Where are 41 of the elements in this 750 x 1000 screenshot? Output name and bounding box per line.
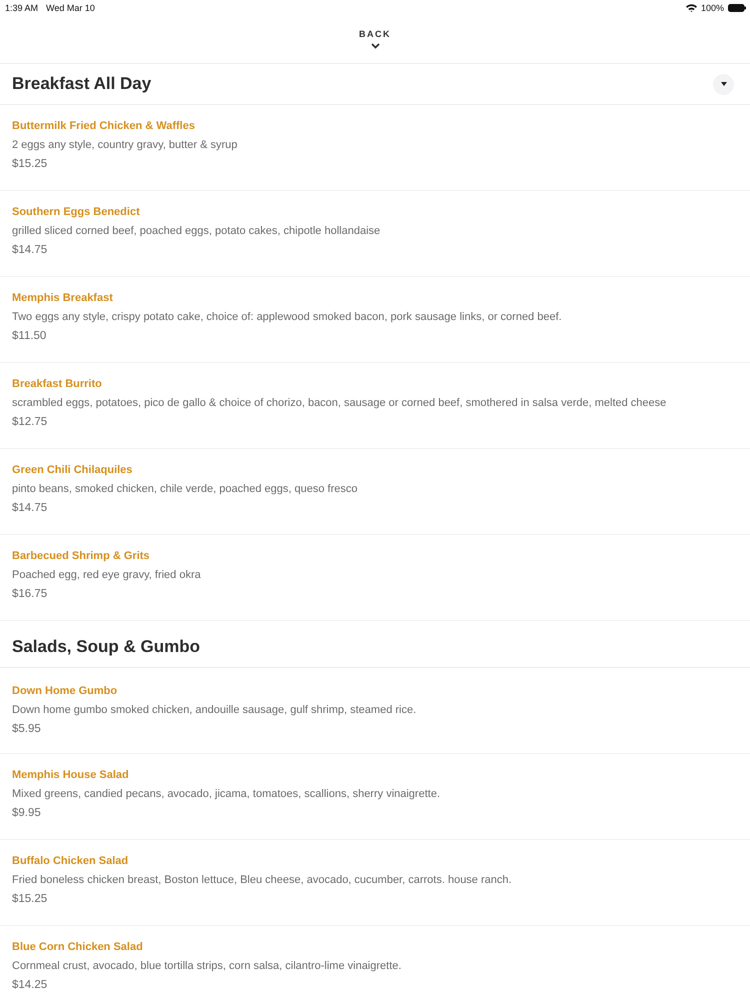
- section-title: Salads, Soup & Gumbo: [12, 636, 200, 658]
- back-button[interactable]: BACK: [353, 29, 397, 49]
- dish-description: Fried boneless chicken breast, Boston lettuce, Bleu cheese, avocado, cucumber, carrots. house ranch.: [12, 873, 513, 888]
- dish-name[interactable]: Green Chili Chilaquiles: [12, 461, 738, 480]
- dish-description: pinto beans, smoked chicken, chile verde, poached eggs, queso fresco: [12, 482, 358, 497]
- dish-name[interactable]: Memphis House Salad: [12, 766, 738, 785]
- dish-name[interactable]: Barbecued Shrimp & Grits: [12, 547, 738, 566]
- dish-description: scrambled eggs, potatoes, pico de gallo & choice of chorizo, bacon, sausage or corned beef, smothered in salsa verde, melted cheese: [12, 396, 668, 411]
- wifi-icon: [686, 4, 697, 12]
- chevron-down-icon: [370, 43, 380, 49]
- dish-price: $14.25: [12, 978, 48, 993]
- dish-name[interactable]: Buttermilk Fried Chicken & Waffles: [12, 117, 738, 136]
- dish-name[interactable]: Memphis Breakfast: [12, 289, 738, 308]
- dropdown-button[interactable]: [713, 74, 734, 94]
- battery-percent: 100%: [700, 2, 724, 14]
- dish-description: Two eggs any style, crispy potato cake, choice of: applewood smoked bacon, pork sausage links, or corned beef.: [12, 310, 563, 325]
- dish-price: $15.25: [12, 157, 48, 172]
- dish-price: $15.25: [12, 892, 48, 907]
- dish-name[interactable]: Down Home Gumbo: [12, 682, 738, 701]
- dish-price: $9.95: [12, 806, 42, 821]
- battery-icon: [728, 4, 746, 12]
- dish-name[interactable]: Blue Corn Chicken Salad: [12, 938, 738, 957]
- status-time: 1:39 AM: [5, 2, 38, 14]
- dish-price: $11.50: [12, 329, 48, 344]
- dish-price: $14.75: [12, 243, 48, 258]
- dish-description: grilled sliced corned beef, poached eggs, potato cakes, chipotle hollandaise: [12, 224, 382, 239]
- dish-description: Mixed greens, candied pecans, avocado, jicama, tomatoes, scallions, sherry vinaigrette.: [12, 787, 441, 802]
- caret-down-icon: [720, 82, 726, 86]
- dish-price: $5.95: [12, 722, 42, 737]
- dish-description: Down home gumbo smoked chicken, andouille sausage, gulf shrimp, steamed rice.: [12, 703, 418, 718]
- dish-description: 2 eggs any style, country gravy, butter & syrup: [12, 138, 238, 153]
- dish-price: $16.75: [12, 587, 48, 602]
- dish-description: Poached egg, red eye gravy, fried okra: [12, 568, 202, 583]
- status-date: Wed Mar 10: [46, 2, 95, 14]
- dish-price: $14.75: [12, 501, 48, 516]
- dish-name[interactable]: Southern Eggs Benedict: [12, 203, 738, 222]
- dish-price: $12.75: [12, 415, 48, 430]
- section-title: Breakfast All Day: [12, 74, 152, 94]
- dish-name[interactable]: Buffalo Chicken Salad: [12, 852, 738, 871]
- dish-description: Cornmeal crust, avocado, blue tortilla strips, corn salsa, cilantro-lime vinaigrette.: [12, 959, 402, 974]
- dish-name[interactable]: Breakfast Burrito: [12, 375, 738, 394]
